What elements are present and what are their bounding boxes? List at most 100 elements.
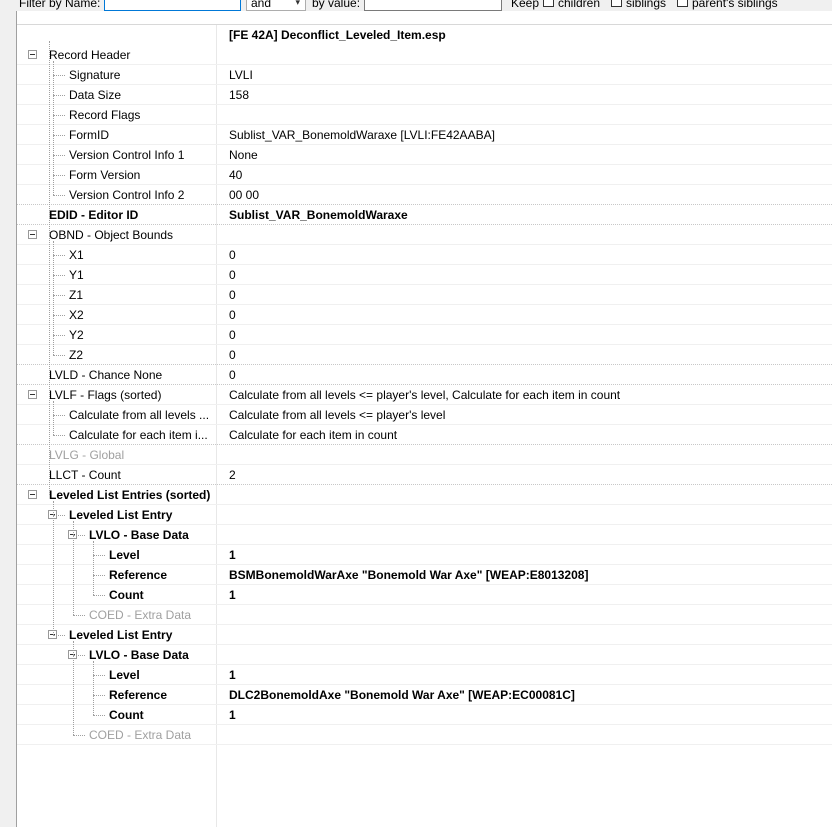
tree-row[interactable]: Form Version 40 (17, 165, 832, 185)
tree-connector (53, 295, 65, 296)
field-value[interactable]: Calculate from all levels <= player's le… (229, 388, 620, 402)
tree-row[interactable]: Version Control Info 2 00 00 (17, 185, 832, 205)
collapse-icon[interactable] (28, 490, 37, 499)
field-name: Level (109, 668, 140, 682)
tree-row[interactable]: FormID Sublist_VAR_BonemoldWaraxe [LVLI:F… (17, 125, 832, 145)
tree-row[interactable]: LVLD - Chance None 0 (17, 365, 832, 385)
tree-connector (53, 75, 65, 76)
tree-row[interactable]: Leveled List Entry (17, 625, 832, 645)
field-value[interactable]: Sublist_VAR_BonemoldWaraxe [LVLI:FE42AAB… (229, 128, 495, 142)
field-name: Form Version (69, 168, 141, 182)
tree-row[interactable]: Y1 0 (17, 265, 832, 285)
field-name: Count (109, 588, 144, 602)
field-value[interactable]: 0 (229, 288, 236, 302)
field-value[interactable]: LVLI (229, 68, 253, 82)
tree-row[interactable]: Leveled List Entries (sorted) (17, 485, 832, 505)
field-name: Signature (69, 68, 121, 82)
field-value[interactable]: 0 (229, 348, 236, 362)
field-name: LVLO - Base Data (89, 648, 189, 662)
field-value[interactable]: Sublist_VAR_BonemoldWaraxe (229, 208, 408, 222)
tree-row[interactable]: Version Control Info 1 None (17, 145, 832, 165)
filter-operator-value: and (251, 0, 272, 10)
tree-row[interactable]: Count 1 (17, 585, 832, 605)
field-value[interactable]: 1 (229, 708, 236, 722)
tree-row[interactable]: Reference DLC2BonemoldAxe "Bonemold War A… (17, 685, 832, 705)
filter-name-input[interactable] (104, 0, 241, 11)
field-value[interactable]: 2 (229, 468, 236, 482)
collapse-icon[interactable] (28, 230, 37, 239)
tree-row[interactable]: Level 1 (17, 665, 832, 685)
collapse-icon[interactable] (28, 50, 37, 59)
field-value[interactable]: Calculate from all levels <= player's le… (229, 408, 445, 422)
tree-connector (93, 575, 105, 576)
field-value[interactable]: 1 (229, 588, 236, 602)
field-value[interactable]: Calculate for each item in count (229, 428, 397, 442)
tree-row[interactable]: Count 1 (17, 705, 832, 725)
field-name: Calculate for each item i... (69, 428, 208, 442)
tree-row[interactable]: LLCT - Count 2 (17, 465, 832, 485)
tree-row[interactable]: Z2 0 (17, 345, 832, 365)
field-value[interactable]: 158 (229, 88, 249, 102)
keep-siblings-checkbox[interactable] (611, 0, 622, 7)
tree-row[interactable]: Z1 0 (17, 285, 832, 305)
tree-row[interactable]: Data Size 158 (17, 85, 832, 105)
field-value[interactable]: 1 (229, 548, 236, 562)
field-name: OBND - Object Bounds (49, 228, 174, 242)
field-value[interactable]: 0 (229, 368, 236, 382)
field-name: Version Control Info 2 (69, 188, 185, 202)
field-name: LLCT - Count (49, 468, 121, 482)
tree-row[interactable]: LVLO - Base Data (17, 645, 832, 665)
tree-row[interactable]: Leveled List Entry (17, 505, 832, 525)
tree-connector (93, 715, 105, 716)
field-value[interactable]: DLC2BonemoldAxe "Bonemold War Axe" [WEAP… (229, 688, 575, 702)
tree-connector (53, 315, 65, 316)
tree-row[interactable]: Reference BSMBonemoldWarAxe "Bonemold War… (17, 565, 832, 585)
tree-connector (53, 515, 65, 516)
tree-connector (73, 521, 74, 615)
tree-row[interactable]: X1 0 (17, 245, 832, 265)
keep-parents-siblings-checkbox[interactable] (677, 0, 688, 7)
field-name: Count (109, 708, 144, 722)
keep-parents-siblings-label: parent's siblings (692, 0, 778, 10)
tree-row[interactable]: Record Header (17, 45, 832, 65)
tree-connector (53, 501, 54, 635)
tree-connector (53, 61, 54, 195)
tree-row[interactable]: Calculate from all levels ... Calculate f… (17, 405, 832, 425)
keep-siblings-label: siblings (626, 0, 667, 10)
tree-row[interactable]: LVLG - Global (17, 445, 832, 465)
tree-row[interactable]: Y2 0 (17, 325, 832, 345)
tree-row[interactable]: Calculate for each item i... Calculate fo… (17, 425, 832, 445)
field-value[interactable]: 00 00 (229, 188, 259, 202)
collapse-icon[interactable] (28, 390, 37, 399)
tree-connector (53, 275, 65, 276)
tree-row[interactable]: LVLO - Base Data (17, 525, 832, 545)
field-value[interactable]: None (229, 148, 258, 162)
field-value[interactable]: 0 (229, 308, 236, 322)
tree-row[interactable]: COED - Extra Data (17, 725, 832, 745)
plugin-file-label: [FE 42A] Deconflict_Leveled_Item.esp (229, 28, 446, 42)
field-name: Record Flags (69, 108, 141, 122)
tree-row[interactable]: OBND - Object Bounds (17, 225, 832, 245)
keep-children-checkbox[interactable] (543, 0, 554, 7)
tree-connector (53, 195, 65, 196)
field-name: Data Size (69, 88, 122, 102)
field-value[interactable]: 0 (229, 248, 236, 262)
tree-row[interactable]: Signature LVLI (17, 65, 832, 85)
tree-row[interactable]: COED - Extra Data (17, 605, 832, 625)
field-value[interactable]: 1 (229, 668, 236, 682)
tree-connector (93, 695, 105, 696)
tree-connector (53, 95, 65, 96)
tree-row[interactable]: X2 0 (17, 305, 832, 325)
tree-connector (93, 541, 94, 595)
tree-connector (73, 535, 85, 536)
filter-value-input[interactable] (364, 0, 502, 11)
field-value[interactable]: BSMBonemoldWarAxe "Bonemold War Axe" [WE… (229, 568, 588, 582)
tree-row[interactable]: Level 1 (17, 545, 832, 565)
tree-row[interactable]: LVLF - Flags (sorted) Calculate from all … (17, 385, 832, 405)
filter-operator-select[interactable]: and ▾ (246, 0, 306, 11)
field-value[interactable]: 0 (229, 328, 236, 342)
tree-row[interactable]: Record Flags (17, 105, 832, 125)
tree-row[interactable]: EDID - Editor ID Sublist_VAR_BonemoldWara… (17, 205, 832, 225)
field-value[interactable]: 40 (229, 168, 242, 182)
field-value[interactable]: 0 (229, 268, 236, 282)
